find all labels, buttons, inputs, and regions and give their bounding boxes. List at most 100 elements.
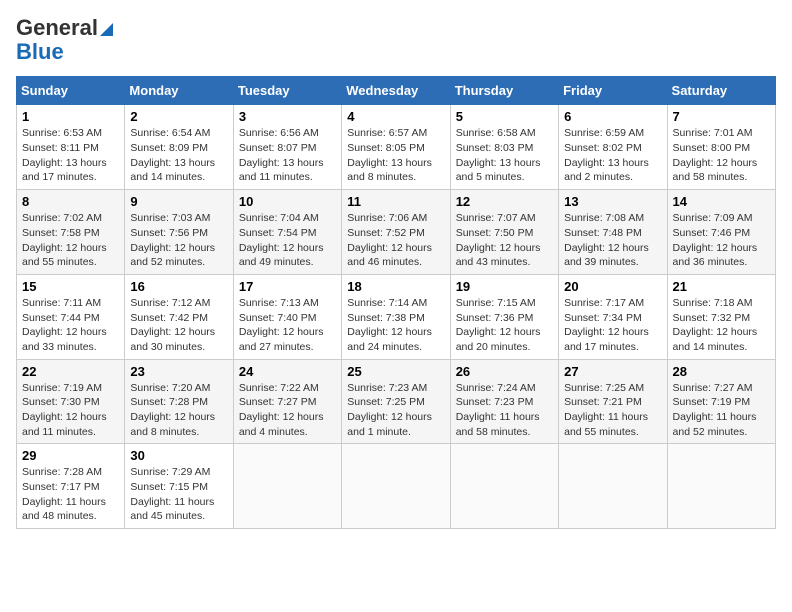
day-info: Sunrise: 7:01 AMSunset: 8:00 PMDaylight:…: [673, 127, 758, 183]
calendar-cell: 28 Sunrise: 7:27 AMSunset: 7:19 PMDaylig…: [667, 359, 775, 444]
calendar-cell: 20 Sunrise: 7:17 AMSunset: 7:34 PMDaylig…: [559, 274, 667, 359]
calendar-cell: 17 Sunrise: 7:13 AMSunset: 7:40 PMDaylig…: [233, 274, 341, 359]
calendar-cell: 9 Sunrise: 7:03 AMSunset: 7:56 PMDayligh…: [125, 190, 233, 275]
day-number: 19: [456, 279, 553, 294]
calendar-table: SundayMondayTuesdayWednesdayThursdayFrid…: [16, 76, 776, 529]
calendar-cell: 6 Sunrise: 6:59 AMSunset: 8:02 PMDayligh…: [559, 105, 667, 190]
day-info: Sunrise: 7:06 AMSunset: 7:52 PMDaylight:…: [347, 212, 432, 268]
calendar-cell: 25 Sunrise: 7:23 AMSunset: 7:25 PMDaylig…: [342, 359, 450, 444]
logo-blue: Blue: [16, 40, 64, 64]
day-info: Sunrise: 7:03 AMSunset: 7:56 PMDaylight:…: [130, 212, 215, 268]
calendar-cell: 24 Sunrise: 7:22 AMSunset: 7:27 PMDaylig…: [233, 359, 341, 444]
day-info: Sunrise: 7:13 AMSunset: 7:40 PMDaylight:…: [239, 297, 324, 353]
weekday-header-tuesday: Tuesday: [233, 77, 341, 105]
day-info: Sunrise: 7:23 AMSunset: 7:25 PMDaylight:…: [347, 382, 432, 438]
day-info: Sunrise: 7:18 AMSunset: 7:32 PMDaylight:…: [673, 297, 758, 353]
calendar-cell: 4 Sunrise: 6:57 AMSunset: 8:05 PMDayligh…: [342, 105, 450, 190]
calendar-cell: 29 Sunrise: 7:28 AMSunset: 7:17 PMDaylig…: [17, 444, 125, 529]
day-number: 1: [22, 109, 119, 124]
calendar-cell: 11 Sunrise: 7:06 AMSunset: 7:52 PMDaylig…: [342, 190, 450, 275]
day-number: 29: [22, 448, 119, 463]
day-number: 12: [456, 194, 553, 209]
day-number: 7: [673, 109, 770, 124]
day-number: 16: [130, 279, 227, 294]
day-info: Sunrise: 7:12 AMSunset: 7:42 PMDaylight:…: [130, 297, 215, 353]
calendar-cell: 26 Sunrise: 7:24 AMSunset: 7:23 PMDaylig…: [450, 359, 558, 444]
day-info: Sunrise: 7:04 AMSunset: 7:54 PMDaylight:…: [239, 212, 324, 268]
calendar-cell: 22 Sunrise: 7:19 AMSunset: 7:30 PMDaylig…: [17, 359, 125, 444]
day-number: 27: [564, 364, 661, 379]
day-number: 21: [673, 279, 770, 294]
calendar-cell: 15 Sunrise: 7:11 AMSunset: 7:44 PMDaylig…: [17, 274, 125, 359]
day-number: 3: [239, 109, 336, 124]
calendar-cell: 19 Sunrise: 7:15 AMSunset: 7:36 PMDaylig…: [450, 274, 558, 359]
calendar-cell: [342, 444, 450, 529]
day-number: 2: [130, 109, 227, 124]
day-info: Sunrise: 7:27 AMSunset: 7:19 PMDaylight:…: [673, 382, 757, 438]
calendar-cell: [559, 444, 667, 529]
weekday-header-saturday: Saturday: [667, 77, 775, 105]
calendar-cell: 30 Sunrise: 7:29 AMSunset: 7:15 PMDaylig…: [125, 444, 233, 529]
day-number: 9: [130, 194, 227, 209]
day-number: 22: [22, 364, 119, 379]
day-number: 6: [564, 109, 661, 124]
calendar-cell: 23 Sunrise: 7:20 AMSunset: 7:28 PMDaylig…: [125, 359, 233, 444]
calendar-cell: 2 Sunrise: 6:54 AMSunset: 8:09 PMDayligh…: [125, 105, 233, 190]
weekday-header-monday: Monday: [125, 77, 233, 105]
day-number: 28: [673, 364, 770, 379]
day-number: 25: [347, 364, 444, 379]
day-number: 23: [130, 364, 227, 379]
day-info: Sunrise: 6:54 AMSunset: 8:09 PMDaylight:…: [130, 127, 215, 183]
calendar-cell: [667, 444, 775, 529]
logo: General Blue: [16, 16, 113, 64]
calendar-cell: [233, 444, 341, 529]
day-info: Sunrise: 6:58 AMSunset: 8:03 PMDaylight:…: [456, 127, 541, 183]
day-number: 14: [673, 194, 770, 209]
calendar-cell: 13 Sunrise: 7:08 AMSunset: 7:48 PMDaylig…: [559, 190, 667, 275]
day-number: 20: [564, 279, 661, 294]
day-info: Sunrise: 6:59 AMSunset: 8:02 PMDaylight:…: [564, 127, 649, 183]
day-info: Sunrise: 6:57 AMSunset: 8:05 PMDaylight:…: [347, 127, 432, 183]
day-info: Sunrise: 6:56 AMSunset: 8:07 PMDaylight:…: [239, 127, 324, 183]
day-info: Sunrise: 7:25 AMSunset: 7:21 PMDaylight:…: [564, 382, 648, 438]
day-number: 5: [456, 109, 553, 124]
page-header: General Blue: [16, 16, 776, 64]
calendar-cell: 21 Sunrise: 7:18 AMSunset: 7:32 PMDaylig…: [667, 274, 775, 359]
day-info: Sunrise: 7:29 AMSunset: 7:15 PMDaylight:…: [130, 466, 214, 522]
calendar-cell: 10 Sunrise: 7:04 AMSunset: 7:54 PMDaylig…: [233, 190, 341, 275]
day-info: Sunrise: 7:15 AMSunset: 7:36 PMDaylight:…: [456, 297, 541, 353]
day-number: 18: [347, 279, 444, 294]
calendar-cell: 7 Sunrise: 7:01 AMSunset: 8:00 PMDayligh…: [667, 105, 775, 190]
day-info: Sunrise: 7:22 AMSunset: 7:27 PMDaylight:…: [239, 382, 324, 438]
day-number: 10: [239, 194, 336, 209]
day-number: 24: [239, 364, 336, 379]
day-number: 26: [456, 364, 553, 379]
calendar-cell: 3 Sunrise: 6:56 AMSunset: 8:07 PMDayligh…: [233, 105, 341, 190]
weekday-header-thursday: Thursday: [450, 77, 558, 105]
day-info: Sunrise: 7:14 AMSunset: 7:38 PMDaylight:…: [347, 297, 432, 353]
calendar-cell: 27 Sunrise: 7:25 AMSunset: 7:21 PMDaylig…: [559, 359, 667, 444]
day-number: 4: [347, 109, 444, 124]
day-info: Sunrise: 7:20 AMSunset: 7:28 PMDaylight:…: [130, 382, 215, 438]
day-number: 15: [22, 279, 119, 294]
calendar-cell: 1 Sunrise: 6:53 AMSunset: 8:11 PMDayligh…: [17, 105, 125, 190]
day-info: Sunrise: 7:07 AMSunset: 7:50 PMDaylight:…: [456, 212, 541, 268]
calendar-cell: 16 Sunrise: 7:12 AMSunset: 7:42 PMDaylig…: [125, 274, 233, 359]
calendar-cell: 12 Sunrise: 7:07 AMSunset: 7:50 PMDaylig…: [450, 190, 558, 275]
day-info: Sunrise: 7:08 AMSunset: 7:48 PMDaylight:…: [564, 212, 649, 268]
calendar-cell: 18 Sunrise: 7:14 AMSunset: 7:38 PMDaylig…: [342, 274, 450, 359]
day-info: Sunrise: 7:24 AMSunset: 7:23 PMDaylight:…: [456, 382, 540, 438]
calendar-cell: [450, 444, 558, 529]
weekday-header-sunday: Sunday: [17, 77, 125, 105]
day-number: 30: [130, 448, 227, 463]
calendar-cell: 8 Sunrise: 7:02 AMSunset: 7:58 PMDayligh…: [17, 190, 125, 275]
day-info: Sunrise: 6:53 AMSunset: 8:11 PMDaylight:…: [22, 127, 107, 183]
logo-general: General: [16, 16, 113, 40]
calendar-cell: 5 Sunrise: 6:58 AMSunset: 8:03 PMDayligh…: [450, 105, 558, 190]
weekday-header-wednesday: Wednesday: [342, 77, 450, 105]
day-info: Sunrise: 7:09 AMSunset: 7:46 PMDaylight:…: [673, 212, 758, 268]
day-number: 11: [347, 194, 444, 209]
day-number: 17: [239, 279, 336, 294]
calendar-cell: 14 Sunrise: 7:09 AMSunset: 7:46 PMDaylig…: [667, 190, 775, 275]
day-number: 13: [564, 194, 661, 209]
